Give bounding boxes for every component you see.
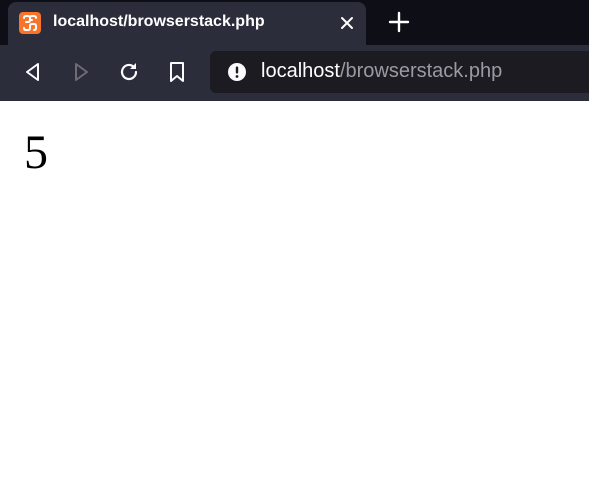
close-icon[interactable] (338, 14, 356, 32)
tab-title: localhost/browserstack.php (53, 13, 265, 30)
tab-strip: localhost/browserstack.php (0, 0, 589, 45)
url-bar[interactable]: localhost/browserstack.php (210, 51, 589, 93)
url-text[interactable]: localhost/browserstack.php (261, 60, 502, 83)
bookmark-icon[interactable] (165, 60, 189, 84)
new-tab-plus-icon[interactable] (388, 11, 410, 33)
browser-window: localhost/browserstack.php localhost/bro… (0, 0, 589, 504)
url-path: /browserstack.php (339, 60, 503, 82)
page-output-text: 5 (24, 126, 48, 179)
active-tab[interactable]: localhost/browserstack.php (8, 2, 366, 45)
xampp-icon (19, 12, 41, 34)
reload-icon[interactable] (117, 60, 141, 84)
page-content: 5 (0, 101, 589, 504)
url-host: localhost (261, 60, 340, 82)
site-info-icon[interactable] (227, 62, 247, 82)
toolbar: localhost/browserstack.php (0, 45, 589, 101)
forward-arrow-icon[interactable] (69, 60, 93, 84)
back-arrow-icon[interactable] (21, 60, 45, 84)
